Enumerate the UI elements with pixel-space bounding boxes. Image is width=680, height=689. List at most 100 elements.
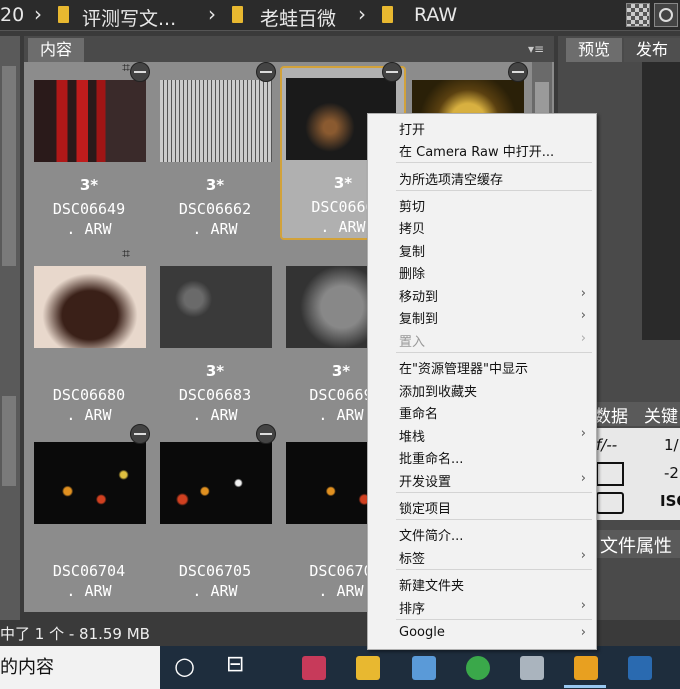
- panel-menu-icon[interactable]: ▾≡: [528, 42, 544, 56]
- thumbnail-cell[interactable]: 3* DSC06683 . ARW: [152, 254, 278, 430]
- thumbnail-cell[interactable]: ⌗ DSC06680 . ARW: [26, 246, 152, 430]
- menu-item-copy-to[interactable]: 复制到: [399, 308, 438, 327]
- path-bar: 20 › 评测写文... › 老蛙百微 › RAW: [0, 0, 680, 31]
- minus-badge-icon[interactable]: [130, 424, 150, 444]
- submenu-arrow-icon: ›: [580, 331, 586, 346]
- chevron-right-icon: ›: [34, 2, 42, 26]
- file-properties-header[interactable]: 文件属性: [594, 530, 680, 558]
- menu-separator: [396, 569, 592, 570]
- menu-item-sort[interactable]: 排序: [399, 598, 425, 617]
- app-icon[interactable]: [628, 656, 652, 680]
- file-name: DSC06705: [178, 562, 252, 580]
- menu-item-add-favorites[interactable]: 添加到收藏夹: [399, 381, 477, 400]
- menu-item-copy[interactable]: 拷贝: [399, 218, 425, 237]
- menu-separator: [396, 162, 592, 163]
- file-ext: . ARW: [192, 582, 238, 600]
- app-icon[interactable]: [302, 656, 326, 680]
- tab-publish[interactable]: 发布: [624, 38, 680, 62]
- context-menu: 打开 在 Camera Raw 中打开... 为所选项清空缓存 剪切 拷贝 复制…: [367, 113, 597, 650]
- menu-item-clear-cache[interactable]: 为所选项清空缓存: [399, 169, 503, 188]
- breadcrumb-item[interactable]: 老蛙百微: [260, 4, 336, 31]
- thumbnail-image: [34, 80, 146, 162]
- file-ext: . ARW: [66, 220, 112, 238]
- camera-icon: [596, 492, 624, 514]
- tab-metadata[interactable]: 数据: [594, 402, 628, 427]
- breadcrumb-item[interactable]: RAW: [414, 4, 457, 26]
- file-ext: . ARW: [66, 406, 112, 424]
- tab-keywords[interactable]: 关键: [644, 402, 678, 427]
- app-icon[interactable]: [466, 656, 490, 680]
- left-scrollbar[interactable]: [2, 396, 16, 486]
- submenu-arrow-icon: ›: [580, 308, 586, 323]
- breadcrumb-item[interactable]: 评测写文...: [82, 4, 176, 31]
- metadata-box: f/-- 1/ -2 ISO: [594, 428, 680, 520]
- path-prefix: 20: [0, 4, 25, 26]
- folder-icon: [232, 6, 243, 23]
- submenu-arrow-icon: ›: [580, 548, 586, 563]
- minus-badge-icon[interactable]: [130, 62, 150, 82]
- file-explorer-icon[interactable]: [356, 656, 380, 680]
- menu-item-stack[interactable]: 堆栈: [399, 426, 425, 445]
- refresh-icon[interactable]: [654, 3, 678, 27]
- menu-item-delete[interactable]: 删除: [399, 263, 425, 282]
- file-ext: . ARW: [66, 582, 112, 600]
- file-name: DSC06662: [178, 200, 252, 218]
- thumbnail-cell[interactable]: 3* DSC06662 . ARW: [152, 62, 278, 244]
- thumbnail-cell[interactable]: DSC06704 . ARW: [26, 424, 152, 606]
- minus-badge-icon[interactable]: [256, 424, 276, 444]
- menu-item-open-camera-raw[interactable]: 在 Camera Raw 中打开...: [399, 141, 554, 160]
- minus-badge-icon[interactable]: [256, 62, 276, 82]
- thumbnail-cell[interactable]: ⌗ 3* DSC06649 . ARW: [26, 60, 152, 244]
- thumbnail-image: [160, 442, 272, 524]
- left-panel-strip: [0, 36, 20, 626]
- rating-label: 3*: [205, 176, 225, 194]
- cortana-icon[interactable]: ○: [174, 652, 195, 680]
- menu-item-batch-rename[interactable]: 批重命名...: [399, 448, 463, 467]
- file-name: DSC06704: [52, 562, 126, 580]
- menu-item-new-folder[interactable]: 新建文件夹: [399, 575, 464, 594]
- task-view-icon[interactable]: ⊟: [226, 652, 244, 677]
- menu-separator: [396, 190, 592, 191]
- active-app-indicator: [564, 685, 606, 688]
- metering-icon: [596, 462, 624, 486]
- menu-item-file-info[interactable]: 文件简介...: [399, 525, 463, 544]
- menu-separator: [396, 619, 592, 620]
- menu-item-label[interactable]: 标签: [399, 548, 425, 567]
- submenu-arrow-icon: ›: [580, 426, 586, 441]
- menu-item-cut[interactable]: 剪切: [399, 196, 425, 215]
- menu-item-google[interactable]: Google: [399, 625, 445, 640]
- file-properties-label: 文件属性: [600, 536, 672, 557]
- checker-icon[interactable]: [626, 3, 650, 27]
- ev-value: -2: [664, 464, 679, 482]
- menu-item-rename[interactable]: 重命名: [399, 403, 438, 422]
- crop-icon: ⌗: [122, 60, 130, 76]
- taskbar-search[interactable]: 的内容: [0, 646, 160, 689]
- menu-item-dev-settings[interactable]: 开发设置: [399, 471, 451, 490]
- fstop-value: f/--: [596, 436, 618, 454]
- menu-item-show-in-explorer[interactable]: 在"资源管理器"中显示: [399, 358, 528, 377]
- tab-content[interactable]: 内容: [28, 38, 84, 62]
- app-icon[interactable]: [412, 656, 436, 680]
- left-scrollbar[interactable]: [2, 66, 16, 266]
- menu-separator: [396, 352, 592, 353]
- menu-item-lock[interactable]: 锁定项目: [399, 498, 451, 517]
- file-name: DSC06649: [52, 200, 126, 218]
- menu-item-open[interactable]: 打开: [399, 119, 425, 138]
- menu-separator: [396, 492, 592, 493]
- minus-badge-icon[interactable]: [508, 62, 528, 82]
- iso-value: ISO: [660, 492, 680, 510]
- menu-item-duplicate[interactable]: 复制: [399, 241, 425, 260]
- thumbnail-image: [34, 442, 146, 524]
- folder-icon: [58, 6, 69, 23]
- tab-preview[interactable]: 预览: [566, 38, 622, 62]
- bridge-icon[interactable]: [574, 656, 598, 680]
- content-header: [24, 36, 554, 62]
- app-icon[interactable]: [520, 656, 544, 680]
- minus-badge-icon[interactable]: [382, 62, 402, 82]
- menu-item-move-to[interactable]: 移动到: [399, 286, 438, 305]
- chevron-right-icon: ›: [208, 2, 216, 26]
- thumbnail-image: [34, 266, 146, 348]
- thumbnail-cell[interactable]: DSC06705 . ARW: [152, 424, 278, 606]
- status-text: 中了 1 个 - 81.59 MB: [0, 625, 150, 643]
- file-ext: . ARW: [192, 220, 238, 238]
